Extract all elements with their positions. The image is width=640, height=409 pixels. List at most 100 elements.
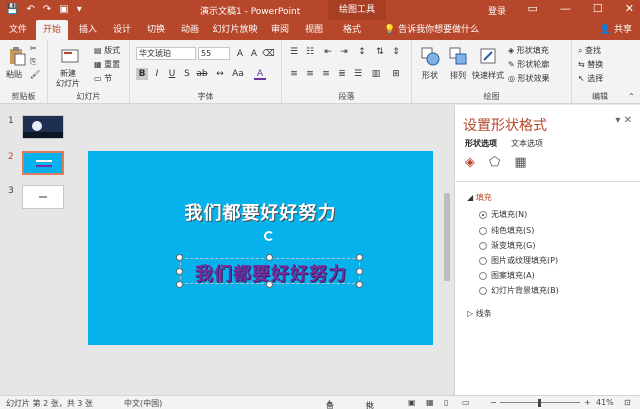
arrange-icon[interactable] [448,46,468,66]
customize-qat-icon[interactable]: ▾ [77,3,82,17]
tab-review[interactable]: 审阅 [268,20,292,40]
close-icon[interactable]: ✕ [625,2,634,15]
ribbon-display-icon[interactable]: ▭ [528,2,538,15]
share-button[interactable]: 👤 共享 [600,20,632,40]
radio[interactable] [479,256,487,265]
align-text-icon[interactable]: ⇕ [390,46,402,58]
new-slide-dropdown[interactable]: 幻灯片 [56,78,80,89]
find-button[interactable]: ⌕ 查找 [578,45,601,56]
close-icon[interactable]: ▾ ✕ [615,115,632,126]
tab-design[interactable]: 设计 [110,20,134,40]
slide-thumbnail-3[interactable] [22,185,64,209]
new-slide-icon[interactable] [60,46,80,66]
fill-option-background[interactable]: 幻灯片背景填充(B) [479,285,559,296]
shrink-font-icon[interactable]: A [248,48,260,60]
shadow-button[interactable]: S [181,68,193,80]
copy-icon[interactable]: ⎘ [30,57,36,67]
tab-format[interactable]: 格式 [340,20,364,40]
tab-text-options[interactable]: 文本选项 [511,138,543,149]
text-direction-icon[interactable]: ⇅ [374,46,386,58]
paste-icon[interactable] [7,46,27,66]
tab-insert[interactable]: 插入 [76,20,100,40]
redo-icon[interactable]: ↷ [43,3,51,17]
distribute-icon[interactable]: ☰ [352,68,364,80]
fill-line-icon[interactable]: ◈ [465,155,475,170]
tab-shape-options[interactable]: 形状选项 [465,138,497,149]
rotate-handle[interactable] [264,231,274,241]
quick-styles-button[interactable]: 快速样式 [472,70,504,81]
bullets-icon[interactable]: ☰ [288,46,300,58]
slide-title-text[interactable]: 我们都要好好努力 [88,199,433,225]
size-properties-icon[interactable]: ▦ [514,155,526,170]
slide-sorter-icon[interactable]: ▦ [426,398,434,407]
bold-button[interactable]: B [136,68,148,80]
italic-button[interactable]: I [151,68,163,80]
slide-thumbnail-2[interactable] [22,151,64,175]
radio[interactable] [479,226,487,235]
font-color-button[interactable]: A [254,68,266,80]
tab-file[interactable]: 文件 [6,20,30,40]
tab-home[interactable]: 开始 [36,20,68,41]
fill-option-solid[interactable]: 纯色填充(S) [479,225,534,236]
font-name-combo[interactable]: 华文琥珀 [136,47,196,60]
layout-button[interactable]: ▤ 版式 [94,45,120,56]
increase-indent-icon[interactable]: ⇥ [338,46,350,58]
change-case-icon[interactable]: Aa [232,68,244,80]
tab-transitions[interactable]: 切换 [144,20,168,40]
collapse-ribbon-icon[interactable]: ⌃ [628,92,635,101]
tell-me-box[interactable]: 💡 告诉我你想要做什么 [384,20,479,40]
radio[interactable] [479,286,487,295]
current-slide[interactable]: 我们都要好好努力 我们都要好好努力 [88,151,433,345]
radio[interactable] [479,241,487,250]
maximize-icon[interactable]: ☐ [593,2,603,15]
normal-view-icon[interactable]: ▣ [408,398,416,407]
minimize-icon[interactable]: — [560,2,571,15]
reading-view-icon[interactable]: ▯ [444,398,448,407]
fill-option-gradient[interactable]: 渐变填充(G) [479,240,535,251]
decrease-indent-icon[interactable]: ⇤ [322,46,334,58]
zoom-slider-thumb[interactable] [538,399,541,407]
arrange-button[interactable]: 排列 [450,70,466,81]
shapes-icon[interactable] [420,46,440,66]
strikethrough-button[interactable]: ab [196,68,208,80]
resize-handle-tl[interactable] [176,254,183,261]
clear-format-icon[interactable]: ⌫ [262,48,275,60]
resize-handle-mr[interactable] [356,268,363,275]
line-spacing-icon[interactable]: ↕ [356,46,368,58]
slide-thumbnail-1[interactable] [22,115,64,139]
quick-styles-icon[interactable] [478,46,498,66]
radio[interactable] [479,210,487,219]
undo-icon[interactable]: ↶ [26,3,34,17]
numbering-icon[interactable]: ☷ [304,46,316,58]
underline-button[interactable]: U [166,68,178,80]
shape-effects-button[interactable]: ◎ 形状效果 [508,73,550,84]
shape-fill-button[interactable]: ◈ 形状填充 [508,45,549,56]
font-size-combo[interactable]: 55 [198,47,230,60]
resize-handle-tr[interactable] [356,254,363,261]
save-icon[interactable]: 💾 [6,3,18,17]
zoom-level[interactable]: 41% [596,398,614,407]
zoom-in-icon[interactable]: + [584,398,591,407]
fill-option-pattern[interactable]: 图案填充(A) [479,270,535,281]
fill-option-none[interactable]: 无填充(N) [479,209,527,220]
char-spacing-icon[interactable]: ↔ [214,68,226,80]
radio[interactable] [479,271,487,280]
align-right-icon[interactable]: ≡ [320,68,332,80]
replace-button[interactable]: ⇆ 替换 [578,59,603,70]
resize-handle-tm[interactable] [266,254,273,261]
resize-handle-bl[interactable] [176,281,183,288]
start-from-beginning-icon[interactable]: ▣ [59,3,68,17]
tab-view[interactable]: 视图 [302,20,326,40]
columns-icon[interactable]: ▥ [370,68,382,80]
zoom-out-icon[interactable]: − [490,398,497,407]
resize-handle-bm[interactable] [266,281,273,288]
resize-handle-ml[interactable] [176,268,183,275]
reset-button[interactable]: ▦ 重置 [94,59,120,70]
align-left-icon[interactable]: ≡ [288,68,300,80]
effects-icon[interactable]: ⬠ [489,155,500,170]
slideshow-view-icon[interactable]: ▭ [462,398,470,407]
select-button[interactable]: ↖ 选择 [578,73,603,84]
fill-section-header[interactable]: ◢ 填充 [467,192,492,203]
tab-animations[interactable]: 动画 [178,20,202,40]
format-painter-icon[interactable]: 🖌 [30,70,40,79]
